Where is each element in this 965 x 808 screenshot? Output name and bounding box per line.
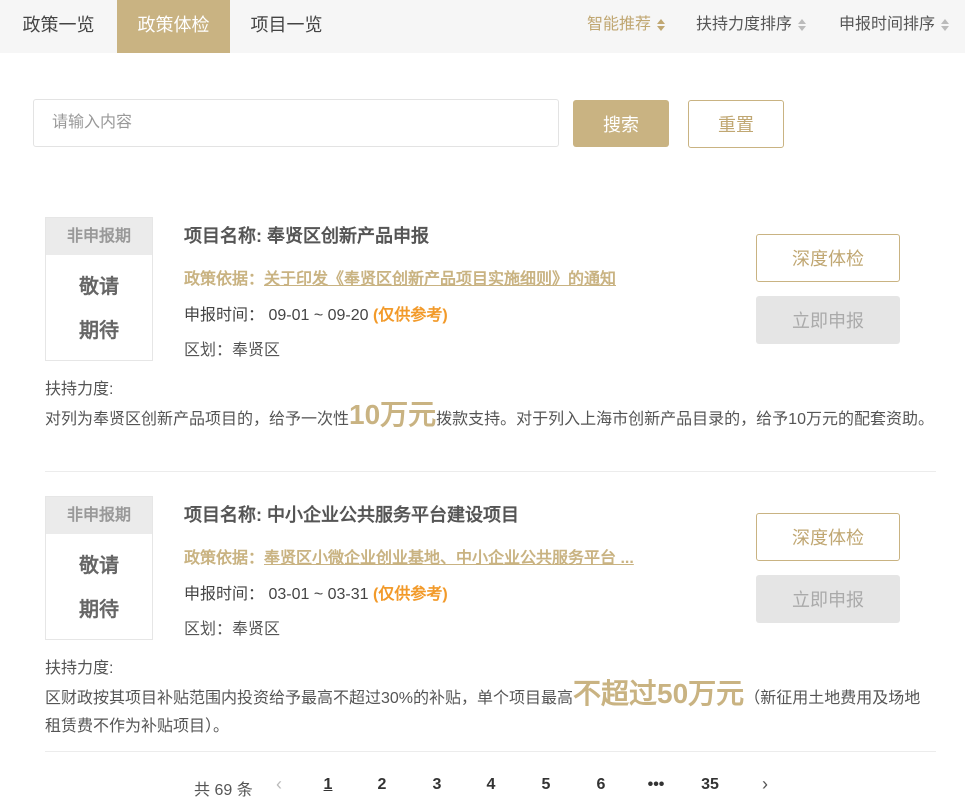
sort-arrows-icon xyxy=(941,19,950,31)
status-badge: 非申报期 xyxy=(46,497,152,534)
support-description: 对列为奉贤区创新产品项目的，给予一次性10万元拨款支持。对于列入上海市创新产品目… xyxy=(45,401,936,434)
deep-checkup-button[interactable]: 深度体检 xyxy=(756,513,900,561)
apply-time: 申报时间： 09-01 ~ 09-20 (仅供参考) xyxy=(184,301,448,325)
tab-project-list[interactable]: 项目一览 xyxy=(230,0,343,53)
region: 区划：奉贤区 xyxy=(184,621,281,638)
policy-link[interactable]: 关于印发《奉贤区创新产品项目实施细则》的通知 xyxy=(264,271,616,288)
time-prefix: 申报时间： xyxy=(184,586,265,603)
support-amount: 10万元 xyxy=(349,399,437,430)
apply-now-button[interactable]: 立即申报 xyxy=(756,575,900,623)
policy-prefix: 政策依据： xyxy=(184,550,265,567)
pagination: 共 69 条 ‹ 1 2 3 4 5 6 ••• 35 › xyxy=(0,770,965,800)
support-pre: 对列为奉贤区创新产品项目的，给予一次性 xyxy=(45,411,350,428)
page-5[interactable]: 5 xyxy=(531,776,561,794)
page-35[interactable]: 35 xyxy=(695,776,725,794)
status-line: 期待 xyxy=(79,599,119,621)
divider xyxy=(45,751,936,752)
sort-smart-recommend[interactable]: 智能推荐 xyxy=(587,0,666,50)
support-amount: 不超过50万元 xyxy=(573,678,745,709)
page-2[interactable]: 2 xyxy=(367,776,397,794)
sort-arrows-icon xyxy=(798,19,807,31)
policy-link[interactable]: 奉贤区小微企业创业基地、中小企业公共服务平台 ... xyxy=(264,550,634,567)
sort-apply-time[interactable]: 申报时间排序 xyxy=(839,0,950,50)
sort-label: 扶持力度排序 xyxy=(696,16,793,33)
status-line: 期待 xyxy=(79,320,119,342)
page-6[interactable]: 6 xyxy=(586,776,616,794)
search-button[interactable]: 搜索 xyxy=(573,100,669,147)
sort-arrows-icon xyxy=(657,19,666,31)
project-card: 非申报期 敬请 期待 项目名称: 中小企业公共服务平台建设项目 政策依据：奉贤区… xyxy=(45,496,936,752)
total-count: 共 69 条 xyxy=(194,782,253,799)
more-pages-icon[interactable]: ••• xyxy=(641,776,671,794)
apply-time: 申报时间： 03-01 ~ 03-31 (仅供参考) xyxy=(184,580,448,604)
policy-basis: 政策依据：奉贤区小微企业创业基地、中小企业公共服务平台 ... xyxy=(184,544,634,568)
time-range: 09-01 ~ 09-20 xyxy=(268,307,369,324)
region: 区划：奉贤区 xyxy=(184,342,281,359)
sort-support-strength[interactable]: 扶持力度排序 xyxy=(696,0,807,50)
support-label: 扶持力度: xyxy=(45,660,114,677)
deep-checkup-button[interactable]: 深度体检 xyxy=(756,234,900,282)
tab-policy-list[interactable]: 政策一览 xyxy=(0,0,117,53)
prev-page-icon[interactable]: ‹ xyxy=(276,774,282,795)
page-1[interactable]: 1 xyxy=(313,776,343,794)
next-page-icon[interactable]: › xyxy=(762,774,768,795)
project-title: 项目名称: 中小企业公共服务平台建设项目 xyxy=(184,505,519,525)
project-card: 非申报期 敬请 期待 项目名称: 奉贤区创新产品申报 政策依据：关于印发《奉贤区… xyxy=(45,217,936,472)
tab-policy-checkup[interactable]: 政策体检 xyxy=(117,0,230,53)
status-box: 非申报期 敬请 期待 xyxy=(45,496,153,640)
reset-button[interactable]: 重置 xyxy=(688,100,784,148)
search-input[interactable] xyxy=(33,99,559,147)
sort-label: 智能推荐 xyxy=(587,16,652,33)
time-note: (仅供参考) xyxy=(373,307,448,324)
page-4[interactable]: 4 xyxy=(476,776,506,794)
support-pre: 区财政按其项目补贴范围内投资给予最高不超过30%的补贴，单个项目最高 xyxy=(45,690,574,707)
support-post: 拨款支持。对于列入上海市创新产品目录的，给予10万元的配套资助。 xyxy=(436,411,934,428)
time-range: 03-01 ~ 03-31 xyxy=(268,586,369,603)
top-nav: 政策一览 政策体检 项目一览 智能推荐 扶持力度排序 申报时间排序 xyxy=(0,0,965,53)
divider xyxy=(45,471,936,472)
policy-basis: 政策依据：关于印发《奉贤区创新产品项目实施细则》的通知 xyxy=(184,265,616,289)
time-note: (仅供参考) xyxy=(373,586,448,603)
support-label: 扶持力度: xyxy=(45,381,114,398)
status-line: 敬请 xyxy=(79,555,119,577)
status-badge: 非申报期 xyxy=(46,218,152,255)
policy-prefix: 政策依据： xyxy=(184,271,265,288)
project-title: 项目名称: 奉贤区创新产品申报 xyxy=(184,226,429,246)
status-box: 非申报期 敬请 期待 xyxy=(45,217,153,361)
status-message: 敬请 期待 xyxy=(46,255,152,353)
sort-label: 申报时间排序 xyxy=(839,16,936,33)
status-message: 敬请 期待 xyxy=(46,534,152,632)
page-3[interactable]: 3 xyxy=(422,776,452,794)
time-prefix: 申报时间： xyxy=(184,307,265,324)
support-description: 区财政按其项目补贴范围内投资给予最高不超过30%的补贴，单个项目最高不超过50万… xyxy=(45,680,936,741)
status-line: 敬请 xyxy=(79,276,119,298)
apply-now-button[interactable]: 立即申报 xyxy=(756,296,900,344)
